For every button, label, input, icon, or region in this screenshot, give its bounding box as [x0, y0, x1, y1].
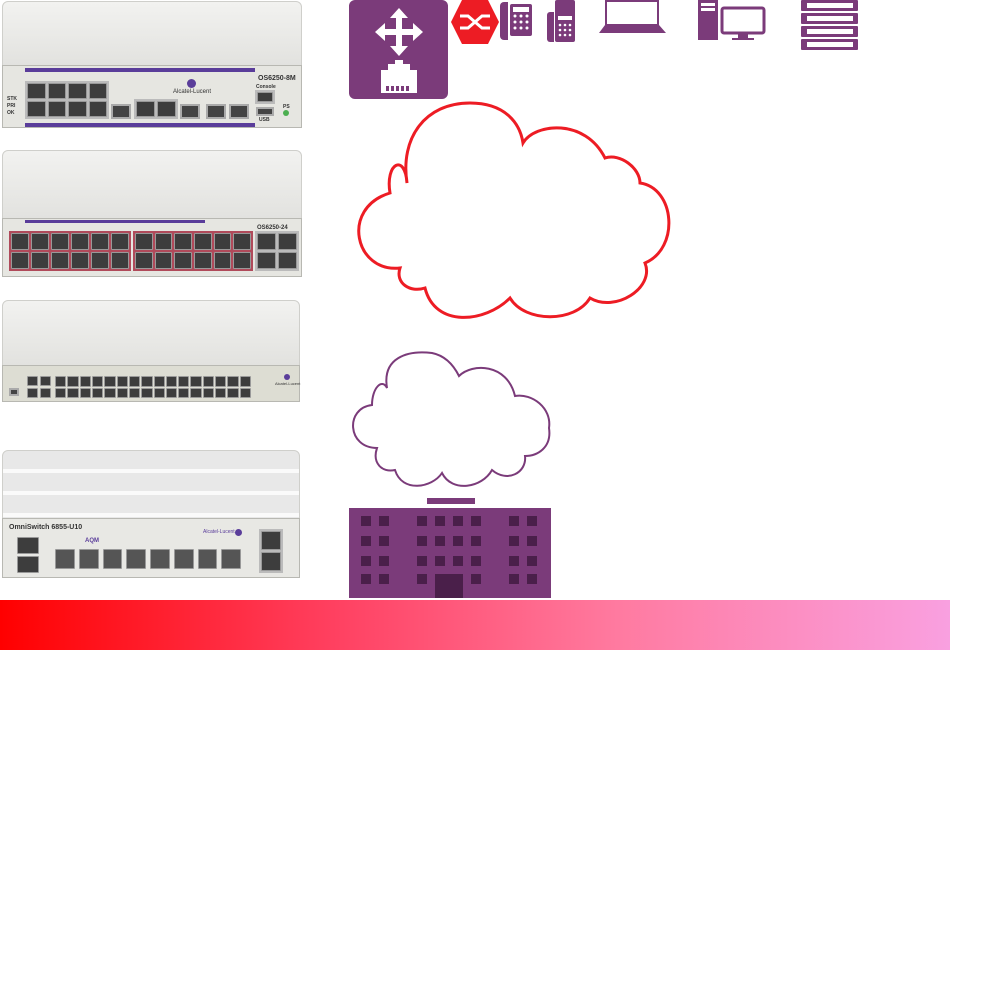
desktop-pc-icon — [698, 0, 766, 40]
building-window — [471, 556, 481, 566]
building-window — [417, 536, 427, 546]
building-window — [379, 574, 389, 584]
sfp-ports — [27, 376, 51, 398]
building-icon — [349, 498, 551, 598]
console-port — [9, 388, 19, 396]
alcatel-lucent-logo-icon — [187, 79, 196, 88]
ps-led — [283, 110, 289, 116]
led-label-ok: OK — [7, 110, 15, 116]
building-window — [361, 556, 371, 566]
laptop-icon — [599, 0, 666, 33]
rj45-ports-left — [9, 231, 131, 271]
building-window — [361, 536, 371, 546]
building-window — [509, 536, 519, 546]
building-window — [417, 516, 427, 526]
building-window — [361, 574, 371, 584]
mgmt-ports — [17, 537, 39, 573]
brand-label: Alcatel-Lucent — [203, 529, 235, 535]
rj45-ports-right — [133, 231, 253, 271]
building-window — [435, 556, 445, 566]
uplink-ports — [259, 529, 283, 573]
model-label: OS6250-8M — [258, 75, 296, 82]
rj45-ports — [25, 81, 109, 119]
building-window — [509, 516, 519, 526]
building-window — [527, 516, 537, 526]
rj45-ports — [55, 376, 251, 398]
building-window — [509, 574, 519, 584]
router-switch-icon — [349, 0, 448, 99]
sfp-port — [229, 104, 249, 119]
sfp-port — [111, 104, 131, 119]
sfp-port — [206, 104, 226, 119]
combo-ports — [134, 99, 178, 119]
building-window — [471, 516, 481, 526]
sfp-ports — [55, 549, 241, 569]
building-window — [453, 516, 463, 526]
alcatel-lucent-logo-icon — [284, 374, 290, 380]
building-window — [471, 536, 481, 546]
brand-label: Alcatel-Lucent — [173, 89, 212, 95]
gradient-bar — [0, 600, 950, 650]
led-label-stk: STK — [7, 96, 17, 102]
alcatel-lucent-logo-icon — [235, 529, 242, 536]
usb-label: USB — [259, 117, 270, 123]
building-window — [527, 574, 537, 584]
brand-label: Alcatel-Lucent — [275, 381, 301, 386]
building-window — [509, 556, 519, 566]
building-window — [435, 516, 445, 526]
desk-phone-icon — [500, 2, 532, 40]
model-label: OmniSwitch 6855-U10 — [9, 524, 83, 531]
aqm-badge: AQM — [85, 538, 99, 544]
ip-phone-icon — [547, 0, 575, 42]
building-window — [527, 536, 537, 546]
building-window — [471, 574, 481, 584]
cloud-internet-icon — [357, 101, 671, 319]
server-rack-icon — [801, 0, 858, 50]
cloud-private-icon — [352, 351, 551, 487]
building-window — [379, 556, 389, 566]
console-port — [255, 90, 275, 104]
building-window — [379, 516, 389, 526]
building-window — [417, 556, 427, 566]
building-window — [435, 536, 445, 546]
firewall-icon — [451, 0, 499, 44]
led-label-pri: PRI — [7, 103, 16, 109]
usb-port — [256, 107, 274, 116]
building-window — [453, 556, 463, 566]
sfp-port — [180, 104, 200, 119]
building-window — [453, 536, 463, 546]
building-window — [379, 536, 389, 546]
uplink-ports — [255, 231, 299, 271]
building-window — [527, 556, 537, 566]
building-window — [417, 574, 427, 584]
building-window — [361, 516, 371, 526]
